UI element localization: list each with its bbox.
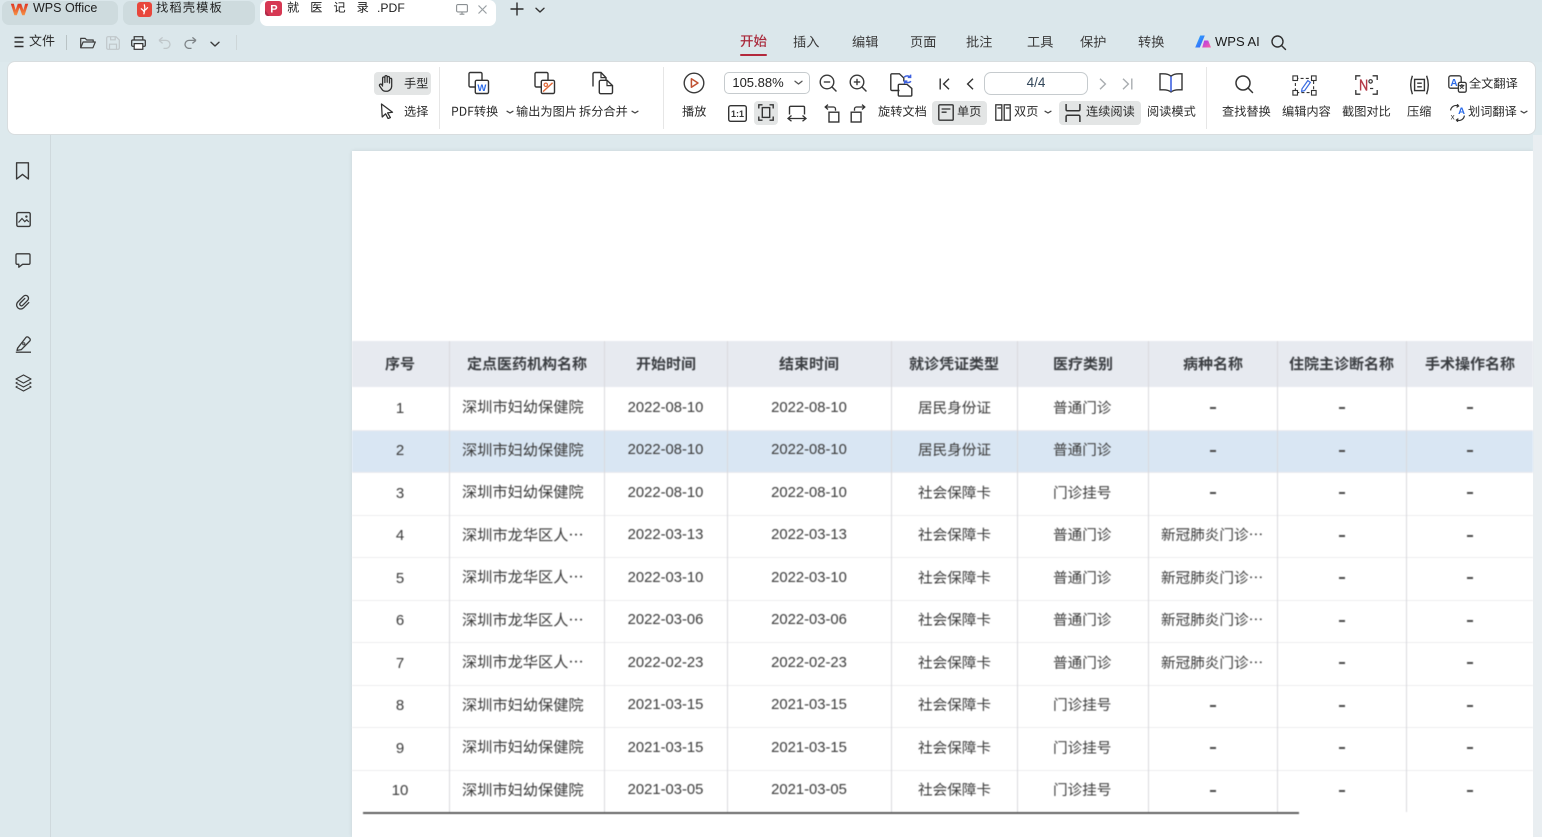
svg-text:P: P <box>270 4 277 16</box>
svg-text:A: A <box>1458 106 1465 117</box>
svg-text:1:1: 1:1 <box>731 109 744 119</box>
svg-text:x: x <box>1451 112 1455 121</box>
svg-text:W: W <box>477 83 486 94</box>
svg-text:A: A <box>1450 78 1457 89</box>
